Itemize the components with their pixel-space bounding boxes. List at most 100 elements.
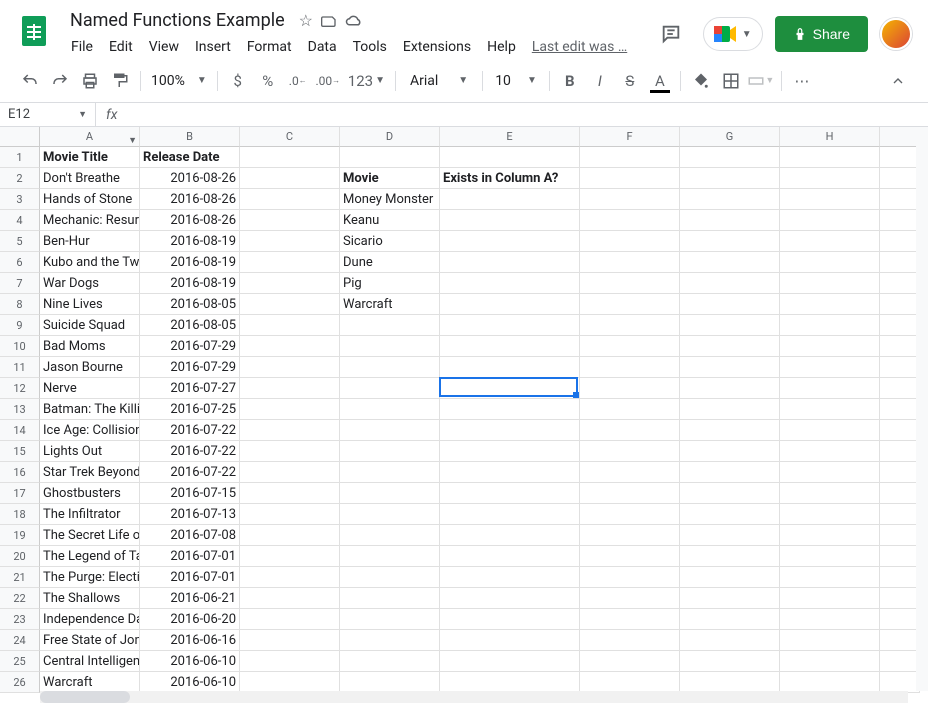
row-header[interactable]: 18	[0, 504, 40, 525]
cell[interactable]	[780, 588, 880, 609]
cell[interactable]	[340, 483, 440, 504]
cell[interactable]	[680, 525, 780, 546]
cell[interactable]	[780, 672, 880, 693]
row-header[interactable]: 21	[0, 567, 40, 588]
cell[interactable]	[680, 231, 780, 252]
borders-button[interactable]	[717, 67, 745, 95]
row-header[interactable]: 19	[0, 525, 40, 546]
row-header[interactable]: 23	[0, 609, 40, 630]
cell[interactable]	[340, 378, 440, 399]
cell[interactable]	[240, 189, 340, 210]
cell[interactable]	[340, 420, 440, 441]
cell[interactable]: The Infiltrator	[40, 504, 140, 525]
cell[interactable]	[580, 567, 680, 588]
col-header-H[interactable]: H	[780, 127, 880, 147]
cell[interactable]	[880, 357, 920, 378]
row-header[interactable]: 5	[0, 231, 40, 252]
cell[interactable]: Sicario	[340, 231, 440, 252]
cell[interactable]	[880, 378, 920, 399]
strikethrough-button[interactable]: S	[616, 67, 644, 95]
decrease-decimal-button[interactable]: .0←	[284, 67, 312, 95]
cell[interactable]	[240, 399, 340, 420]
col-header-G[interactable]: G	[680, 127, 780, 147]
cell[interactable]: The Shallows	[40, 588, 140, 609]
cell[interactable]	[240, 630, 340, 651]
cell[interactable]	[580, 609, 680, 630]
cell[interactable]	[240, 672, 340, 693]
cell[interactable]	[580, 378, 680, 399]
cell[interactable]: Ben-Hur	[40, 231, 140, 252]
cell[interactable]	[340, 147, 440, 168]
cell[interactable]	[880, 420, 920, 441]
cell[interactable]	[580, 294, 680, 315]
meet-button[interactable]: ▼	[703, 17, 763, 51]
cell[interactable]	[440, 420, 580, 441]
cell[interactable]	[440, 378, 580, 399]
col-header-D[interactable]: D	[340, 127, 440, 147]
select-all-cell[interactable]	[0, 127, 40, 147]
name-box[interactable]: E12 ▼	[0, 103, 96, 126]
cell[interactable]	[880, 399, 920, 420]
cell[interactable]	[780, 210, 880, 231]
cell[interactable]	[240, 252, 340, 273]
cell[interactable]	[880, 525, 920, 546]
cell[interactable]: 2016-07-01	[140, 567, 240, 588]
cell[interactable]: Star Trek Beyond	[40, 462, 140, 483]
cell[interactable]	[580, 231, 680, 252]
cell[interactable]	[580, 252, 680, 273]
cell[interactable]: The Purge: Election Year	[40, 567, 140, 588]
col-header-F[interactable]: F	[580, 127, 680, 147]
row-header[interactable]: 26	[0, 672, 40, 693]
cell[interactable]	[580, 273, 680, 294]
cell[interactable]	[440, 441, 580, 462]
cell[interactable]	[440, 315, 580, 336]
cell[interactable]: 2016-08-05	[140, 294, 240, 315]
cell[interactable]	[440, 483, 580, 504]
cell[interactable]: 2016-08-19	[140, 231, 240, 252]
cell[interactable]: 2016-06-10	[140, 651, 240, 672]
comments-icon[interactable]	[651, 14, 691, 54]
cell[interactable]: The Legend of Tarzan	[40, 546, 140, 567]
row-header[interactable]: 3	[0, 189, 40, 210]
cell[interactable]	[240, 210, 340, 231]
row-header[interactable]: 6	[0, 252, 40, 273]
cell[interactable]	[680, 672, 780, 693]
cell[interactable]	[780, 609, 880, 630]
print-button[interactable]	[76, 67, 104, 95]
hscroll-thumb[interactable]	[40, 691, 130, 703]
cell[interactable]	[580, 315, 680, 336]
cell[interactable]	[240, 483, 340, 504]
zoom-select[interactable]: 100%▼	[147, 73, 211, 89]
row-header[interactable]: 9	[0, 315, 40, 336]
cell[interactable]: Bad Moms	[40, 336, 140, 357]
menu-tools[interactable]: Tools	[346, 35, 394, 59]
share-button[interactable]: Share	[775, 16, 868, 52]
cell[interactable]	[340, 441, 440, 462]
cell[interactable]	[880, 651, 920, 672]
cell[interactable]	[580, 525, 680, 546]
cell[interactable]	[580, 420, 680, 441]
cell[interactable]	[340, 567, 440, 588]
font-size-select[interactable]: 10▼	[489, 73, 543, 89]
cell[interactable]	[580, 630, 680, 651]
row-header[interactable]: 20	[0, 546, 40, 567]
cell[interactable]	[580, 651, 680, 672]
cell[interactable]	[240, 462, 340, 483]
row-header[interactable]: 16	[0, 462, 40, 483]
cell[interactable]	[240, 168, 340, 189]
cell[interactable]	[680, 567, 780, 588]
cell[interactable]: 2016-07-29	[140, 357, 240, 378]
cell[interactable]: 2016-06-20	[140, 609, 240, 630]
cell[interactable]: Movie Title	[40, 147, 140, 168]
cell[interactable]: 2016-08-26	[140, 210, 240, 231]
star-icon[interactable]: ☆	[299, 11, 313, 30]
cell[interactable]	[440, 294, 580, 315]
menu-file[interactable]: File	[64, 35, 100, 59]
cell[interactable]: 2016-07-29	[140, 336, 240, 357]
cell[interactable]: Central Intelligence	[40, 651, 140, 672]
cell[interactable]	[880, 483, 920, 504]
row-header[interactable]: 4	[0, 210, 40, 231]
cell[interactable]	[440, 525, 580, 546]
avatar[interactable]	[880, 18, 912, 50]
cell[interactable]: The Secret Life of Pets	[40, 525, 140, 546]
